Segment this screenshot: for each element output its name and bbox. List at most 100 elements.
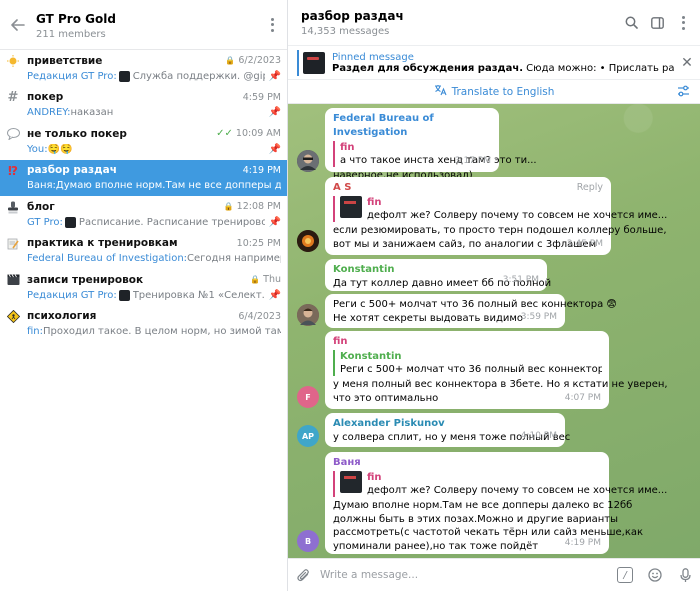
topic-sender: Редакция GT Pro xyxy=(27,71,117,82)
topic-header: разбор раздач 14,353 messages xyxy=(288,0,700,46)
double-check-icon: ✓✓ xyxy=(216,128,233,139)
topic-sender: GT Pro xyxy=(27,217,63,228)
message-bubble[interactable]: Ваня fin дефолт же? Солверу почему то со… xyxy=(325,452,667,554)
lock-icon: 🔒 xyxy=(250,275,261,284)
topic-name: практика к тренировкам xyxy=(27,237,178,249)
members-count: 211 members xyxy=(36,28,106,40)
topic-preview: Расписание. Расписание тренировок... xyxy=(78,216,265,228)
message-text: у меня полный вес коннектора в 3бете. Но… xyxy=(333,379,668,390)
reply-thumbnail xyxy=(340,196,362,218)
reply-button[interactable]: Reply xyxy=(577,181,603,195)
chat-title: GT Pro Gold xyxy=(36,11,116,26)
message-text: Реги с 500+ молчат что 36 полный вес кон… xyxy=(333,299,617,310)
attach-paperclip-icon[interactable] xyxy=(288,559,318,591)
avatar[interactable]: F xyxy=(297,386,319,408)
reply-author: fin xyxy=(367,472,382,483)
topic-time: 4:59 PM xyxy=(242,91,281,103)
topic-name: приветствие xyxy=(27,54,103,67)
messages-list: Federal Bureau of Investigation fin а чт… xyxy=(288,104,700,558)
translate-bar[interactable]: Translate to English xyxy=(288,80,700,104)
topic-name: записи тренировок xyxy=(27,273,144,286)
topic-sender: You xyxy=(27,144,48,155)
sidebar-toggle-icon[interactable] xyxy=(644,0,670,46)
topic-item[interactable]: записи тренировок 🔒 Thu Редакция GT Pro … xyxy=(0,269,287,306)
message-bubble[interactable]: Konstantin Да тут коллер давно имеет бб … xyxy=(325,259,551,291)
topic-preview: Думаю вполне норм.Там не все допперы дал… xyxy=(55,180,281,191)
topic-sender: ANDREY xyxy=(27,107,70,118)
message-sender: Federal Bureau of Investigation xyxy=(333,113,434,138)
exclamation-question-icon: ⁉ xyxy=(8,163,18,178)
translate-settings-icon[interactable] xyxy=(677,85,690,100)
topic-sender: Federal Bureau of Investigation xyxy=(27,253,187,264)
speech-bubble-icon xyxy=(6,127,20,141)
close-icon[interactable]: ✕ xyxy=(674,55,700,71)
avatar-initials: F xyxy=(305,392,311,402)
message-text: упоминали ранее),но так тоже пойдёт xyxy=(333,540,539,552)
message-time: 4:19 PM xyxy=(564,537,601,548)
avatar[interactable]: AP xyxy=(297,425,319,447)
translate-label: Translate to English xyxy=(451,85,555,98)
reply-quote[interactable]: Konstantin Реги с 500+ молчат что 36 пол… xyxy=(333,350,602,376)
avatar[interactable] xyxy=(297,230,319,252)
topic-item-active[interactable]: ⁉ разбор раздач 4:19 PM Ваня Думаю вполн… xyxy=(0,159,287,196)
translate-icon xyxy=(434,84,447,99)
message-bubble[interactable]: Alexander Piskunov у солвера сплит, но у… xyxy=(325,413,570,447)
chat-title-block[interactable]: GT Pro Gold 211 members xyxy=(36,10,257,40)
more-menu-icon[interactable] xyxy=(670,0,696,46)
message-time: 3:45 PM xyxy=(566,238,603,249)
message-sender: Ваня xyxy=(333,457,361,468)
message-time: 4:07 PM xyxy=(564,392,601,403)
topic-item[interactable]: не только покер ✓✓ 10:09 AM You 🤤🤤 📌 xyxy=(0,123,287,160)
topic-title: разбор раздач xyxy=(301,8,404,23)
emoji-smile-icon[interactable] xyxy=(640,559,670,591)
film-icon xyxy=(6,273,20,287)
message-sender: A S xyxy=(333,182,352,193)
message-bubble[interactable]: fin Konstantin Реги с 500+ молчат что 36… xyxy=(325,331,668,409)
message-text: что это оптимально xyxy=(333,392,439,404)
pinned-message-bar[interactable]: Pinned message Раздел для обсуждения раз… xyxy=(288,46,700,80)
lock-icon: 🔒 xyxy=(223,202,234,211)
topic-sender: fin xyxy=(27,326,43,337)
reply-author: Konstantin xyxy=(340,351,402,362)
pin-icon: 📌 xyxy=(268,216,281,228)
message-time: 3:59 PM xyxy=(520,311,557,322)
topic-item[interactable]: блог 🔒 12:08 PM GT Pro Расписание. Распи… xyxy=(0,196,287,233)
topic-item[interactable]: приветствие 🔒 6/2/2023 Редакция GT Pro С… xyxy=(0,50,287,87)
avatar[interactable] xyxy=(297,304,319,326)
topic-time: 4:19 PM xyxy=(242,164,281,176)
topic-item[interactable]: практика к тренировкам 10:25 PM Federal … xyxy=(0,233,287,270)
avatar-initials: AP xyxy=(301,431,315,441)
topic-title-block[interactable]: разбор раздач 14,353 messages xyxy=(288,9,618,37)
reply-quote[interactable]: fin дефолт же? Солверу почему то совсем … xyxy=(333,196,667,222)
topic-sender: Ваня xyxy=(27,180,56,191)
media-thumb-icon xyxy=(118,70,130,82)
topic-preview: Тренировка №1 «Селект. Лайв-сессия ... xyxy=(132,289,265,301)
message-text: Думаю вполне норм.Там не все допперы дал… xyxy=(333,500,633,511)
menu-dots-icon[interactable] xyxy=(257,0,287,50)
pinned-thumbnail xyxy=(303,51,325,74)
message-bubble[interactable]: A S Reply fin дефолт же? Солверу почему … xyxy=(325,177,667,255)
reply-author: fin xyxy=(367,197,382,208)
topic-item[interactable]: # покер 4:59 PM ANDREY наказан 📌 xyxy=(0,87,287,124)
reply-text: а что такое инста хенд там? это ти... xyxy=(340,155,537,166)
message-bubble[interactable]: Реги с 500+ молчат что 36 полный вес кон… xyxy=(325,294,617,328)
message-bubble[interactable]: Federal Bureau of Investigation fin а чт… xyxy=(325,108,537,181)
reply-thumbnail xyxy=(340,471,362,493)
topic-item[interactable]: психология 6/4/2023 fin Проходил такое. … xyxy=(0,306,287,343)
avatar[interactable] xyxy=(297,150,319,172)
back-arrow-icon[interactable] xyxy=(0,0,36,50)
memo-icon xyxy=(6,237,20,251)
search-icon[interactable] xyxy=(618,0,644,46)
message-sender: fin xyxy=(333,336,348,347)
reply-quote[interactable]: fin дефолт же? Солверу почему то совсем … xyxy=(333,471,667,497)
avatar[interactable]: В xyxy=(297,530,319,552)
media-thumb-icon xyxy=(64,216,76,228)
message-text: должны быть в этих позах.Можно и другие … xyxy=(333,513,618,525)
pin-icon: 📌 xyxy=(268,143,281,155)
message-input[interactable]: Write a message... xyxy=(318,569,610,581)
pin-icon: 📌 xyxy=(268,107,281,118)
topic-name: не только покер xyxy=(27,127,127,140)
microphone-icon[interactable] xyxy=(670,559,700,591)
bot-commands-button[interactable]: / xyxy=(610,559,640,591)
hash-icon: # xyxy=(7,90,19,105)
